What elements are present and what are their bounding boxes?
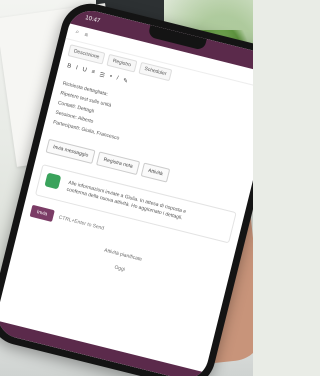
list-icon[interactable]: ☰ [99, 71, 106, 79]
send-hint: CTRL+Enter to Send [58, 214, 105, 232]
italic-icon[interactable]: I [75, 65, 78, 72]
send-message-button[interactable]: Invia messaggio [45, 138, 96, 165]
link-icon[interactable]: / [116, 75, 119, 82]
send-button[interactable]: Invia [29, 204, 55, 222]
search-icon[interactable]: ⌕ [75, 29, 80, 37]
scene-background: 10:47 ▮▮ ▮ ⌕ ≡ Descrizione Registro Sche… [0, 0, 253, 376]
bullet-icon[interactable]: • [109, 74, 112, 81]
menu-icon[interactable]: ≡ [84, 32, 89, 39]
status-time: 10:47 [84, 15, 101, 25]
avatar [44, 172, 62, 190]
align-icon[interactable]: ≡ [90, 69, 96, 77]
log-note-button[interactable]: Registra nota [96, 151, 141, 176]
bold-icon[interactable]: B [66, 63, 71, 71]
edit-icon[interactable]: ✎ [122, 77, 129, 85]
tab-registro[interactable]: Registro [106, 53, 138, 73]
underline-icon[interactable]: U [81, 67, 88, 75]
activity-button[interactable]: Attività [140, 162, 171, 183]
